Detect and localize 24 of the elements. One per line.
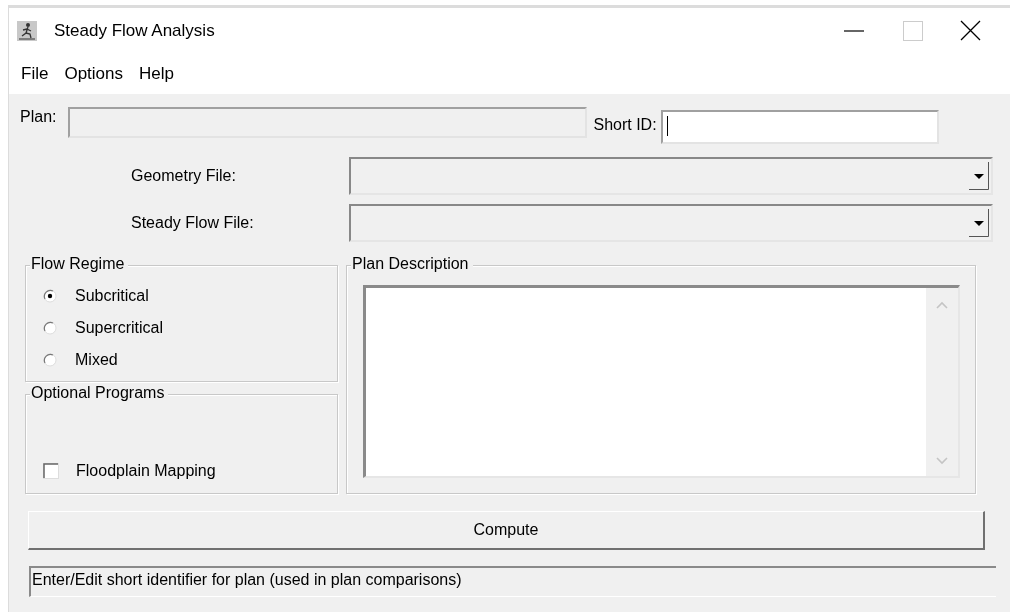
- menu-item[interactable]: Help: [139, 64, 174, 84]
- option-label: Floodplain Mapping: [76, 462, 216, 480]
- short-id-field[interactable]: [660, 110, 939, 144]
- menu-item[interactable]: File: [21, 64, 49, 84]
- menu-item[interactable]: Options: [64, 64, 123, 84]
- field-label: Geometry File:: [130, 167, 237, 185]
- group-title: Plan Description: [351, 255, 473, 273]
- group-title: Flow Regime: [30, 255, 129, 273]
- radio-button[interactable]: [43, 289, 57, 303]
- option-label: Mixed: [75, 351, 118, 369]
- group-title: Optional Programs: [30, 384, 169, 402]
- app-icon: [17, 21, 37, 41]
- field-label: Short ID:: [593, 115, 657, 134]
- window-title: Steady Flow Analysis: [54, 21, 215, 41]
- description-field[interactable]: [363, 285, 960, 478]
- field-label: Plan:: [20, 107, 57, 126]
- radio-button[interactable]: [43, 353, 57, 367]
- radio-button[interactable]: [43, 321, 57, 335]
- option-label: Subcritical: [75, 287, 149, 305]
- checkbox[interactable]: [43, 463, 59, 479]
- option-label: Supercritical: [75, 319, 164, 337]
- compute-button[interactable]: Compute: [28, 511, 985, 550]
- status-bar: Enter/Edit short identifier for plan (used in plan comparisons): [29, 566, 996, 597]
- field-label: Steady Flow File:: [130, 214, 255, 232]
